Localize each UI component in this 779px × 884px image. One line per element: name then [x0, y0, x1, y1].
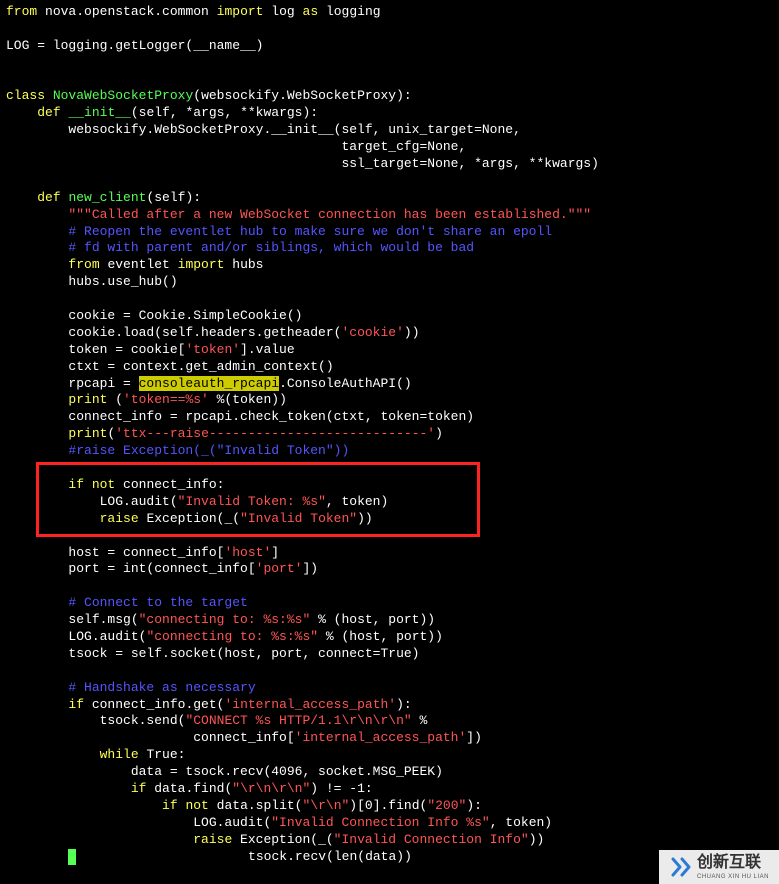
watermark: 创新互联 CHUANG XIN HU LIAN — [659, 850, 779, 884]
kw-from: from — [6, 4, 37, 19]
watermark-text-en: CHUANG XIN HU LIAN — [697, 874, 769, 882]
code-block: from nova.openstack.common import log as… — [0, 0, 779, 869]
comment: # Reopen the eventlet hub to make sure w… — [6, 224, 552, 239]
cursor-icon — [68, 849, 76, 866]
watermark-text-zh: 创新互联 — [697, 853, 769, 874]
kw-class: class — [6, 88, 45, 103]
logo-icon — [669, 855, 693, 879]
class-name: NovaWebSocketProxy — [53, 88, 193, 103]
highlight: consoleauth_rpcapi — [139, 376, 279, 391]
